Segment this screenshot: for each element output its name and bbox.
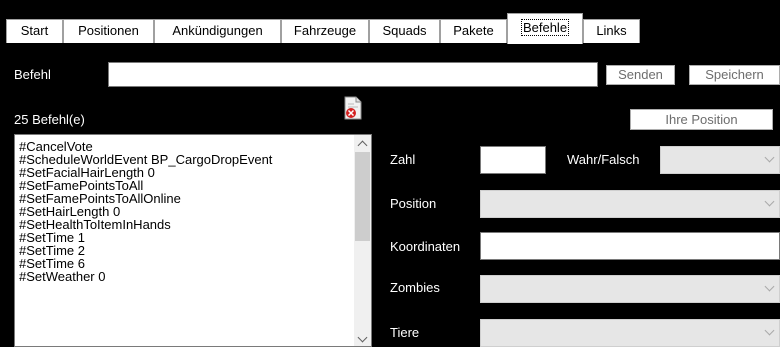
command-count: 25 Befehl(e): [14, 112, 85, 127]
zahl-input[interactable]: [480, 146, 546, 174]
chevron-down-icon: [764, 325, 775, 336]
tab-label: Befehle: [520, 19, 570, 36]
tab-label: Pakete: [453, 23, 494, 38]
scroll-thumb[interactable]: [355, 152, 370, 241]
tab-label: Squads: [382, 23, 427, 38]
tab-squads[interactable]: Squads: [369, 19, 440, 43]
chevron-down-icon: [764, 196, 775, 207]
tab-label: Ankündigungen: [172, 23, 263, 38]
tab-ankuendigungen[interactable]: Ankündigungen: [154, 19, 281, 43]
tab-label: Links: [596, 23, 627, 38]
tab-label: Positionen: [78, 23, 139, 38]
position-label: Position: [390, 196, 437, 211]
command-list[interactable]: #CancelVote #ScheduleWorldEvent BP_Cargo…: [14, 134, 372, 347]
zombies-select[interactable]: [480, 275, 780, 303]
tiere-select[interactable]: [480, 319, 780, 347]
tab-fahrzeuge[interactable]: Fahrzeuge: [281, 19, 369, 43]
position-select[interactable]: [480, 190, 780, 218]
command-input[interactable]: [108, 62, 598, 87]
koordinaten-label: Koordinaten: [390, 239, 461, 254]
tab-start[interactable]: Start: [6, 19, 63, 43]
tab-befehle[interactable]: Befehle: [507, 13, 583, 44]
list-scrollbar[interactable]: [354, 135, 371, 346]
scroll-down-arrow-icon[interactable]: [357, 332, 368, 343]
wahr-falsch-select[interactable]: [660, 146, 780, 174]
list-item[interactable]: #SetWeather 0: [19, 270, 105, 283]
tab-links[interactable]: Links: [583, 19, 640, 43]
scroll-up-arrow-icon[interactable]: [357, 140, 368, 151]
wahr-falsch-label: Wahr/Falsch: [567, 152, 640, 167]
tab-label: Fahrzeuge: [293, 23, 357, 38]
save-button[interactable]: Speichern: [689, 65, 780, 85]
tab-label: Start: [20, 23, 49, 38]
tab-strip: Start Positionen Ankündigungen Fahrzeuge…: [0, 0, 780, 44]
zombies-label: Zombies: [390, 280, 440, 295]
chevron-down-icon: [764, 152, 775, 163]
your-position-button[interactable]: Ihre Position: [630, 109, 773, 130]
tab-positionen[interactable]: Positionen: [63, 19, 154, 43]
tiere-label: Tiere: [390, 325, 420, 340]
tab-pakete[interactable]: Pakete: [440, 19, 507, 43]
command-label: Befehl: [14, 67, 51, 82]
koordinaten-input[interactable]: [480, 232, 780, 260]
send-button[interactable]: Senden: [606, 65, 675, 85]
chevron-down-icon: [764, 281, 775, 292]
delete-document-icon[interactable]: [342, 96, 364, 120]
zahl-label: Zahl: [390, 152, 416, 167]
